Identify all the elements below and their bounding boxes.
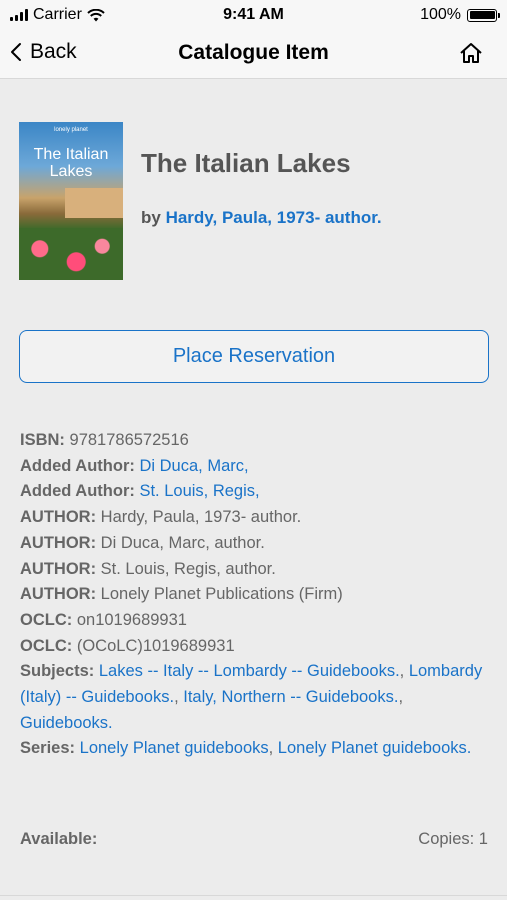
series-row: Series: Lonely Planet guidebooks, Lonely… <box>20 736 485 762</box>
added-author-label: Added Author: <box>20 456 135 475</box>
subject-separator: , <box>174 688 184 707</box>
status-bar: Carrier 9:41 AM 100% <box>0 0 507 30</box>
oclc-row: OCLC: on1019689931 <box>20 608 485 634</box>
by-prefix: by <box>141 208 161 227</box>
author-value: St. Louis, Regis, author. <box>100 559 276 578</box>
cover-building <box>65 188 123 218</box>
cover-flowers <box>19 228 123 280</box>
series-label: Series: <box>20 739 76 758</box>
place-reservation-button[interactable]: Place Reservation <box>19 330 489 383</box>
divider <box>0 895 507 896</box>
series-separator: , <box>268 739 278 758</box>
added-author-link[interactable]: St. Louis, Regis, <box>139 482 259 500</box>
page-title: Catalogue Item <box>178 41 329 64</box>
home-icon[interactable] <box>459 41 483 65</box>
battery-percent: 100% <box>420 6 461 23</box>
cover-brand: lonely planet <box>54 127 88 133</box>
byline: by Hardy, Paula, 1973- author. <box>141 208 382 228</box>
isbn-row: ISBN: 9781786572516 <box>20 428 485 454</box>
added-author-link[interactable]: Di Duca, Marc, <box>139 457 248 475</box>
nav-bar: Back Catalogue Item <box>0 30 507 79</box>
subjects-row: Subjects: Lakes -- Italy -- Lombardy -- … <box>20 659 485 736</box>
added-author-row: Added Author: St. Louis, Regis, <box>20 479 485 505</box>
isbn-label: ISBN: <box>20 431 65 449</box>
oclc-row: OCLC: (OCoLC)1019689931 <box>20 634 485 660</box>
subjects-label: Subjects: <box>20 662 95 681</box>
copies-count: Copies: 1 <box>418 830 488 848</box>
oclc-value: on1019689931 <box>76 610 187 629</box>
author-label: AUTHOR: <box>20 585 97 604</box>
subject-separator: , <box>398 688 404 707</box>
author-value: Lonely Planet Publications (Firm) <box>100 585 343 604</box>
author-row: AUTHOR: Lonely Planet Publications (Firm… <box>20 582 485 608</box>
author-row: AUTHOR: St. Louis, Regis, author. <box>20 557 485 583</box>
status-right: 100% <box>420 6 500 24</box>
subject-link[interactable]: Italy, Northern -- Guidebooks. <box>183 688 398 706</box>
subject-separator: , <box>399 662 409 681</box>
author-row: AUTHOR: Di Duca, Marc, author. <box>20 531 485 557</box>
subject-link[interactable]: Guidebooks. <box>20 714 113 732</box>
added-author-label: Added Author: <box>20 482 135 501</box>
oclc-label: OCLC: <box>20 610 73 629</box>
added-author-row: Added Author: Di Duca, Marc, <box>20 454 485 480</box>
isbn-value: 9781786572516 <box>69 431 189 449</box>
author-label: AUTHOR: <box>20 508 97 527</box>
availability-label: Available: <box>20 830 98 848</box>
series-link[interactable]: Lonely Planet guidebooks <box>80 739 269 757</box>
author-row: AUTHOR: Hardy, Paula, 1973- author. <box>20 505 485 531</box>
oclc-value: (OCoLC)1019689931 <box>76 636 235 655</box>
author-link[interactable]: Hardy, Paula, 1973- author. <box>166 208 382 227</box>
author-label: AUTHOR: <box>20 559 97 578</box>
cover-title: The Italian Lakes <box>33 146 109 180</box>
book-title: The Italian Lakes <box>141 148 351 178</box>
subject-link[interactable]: Lakes -- Italy -- Lombardy -- Guidebooks… <box>99 662 400 680</box>
item-details: ISBN: 9781786572516 Added Author: Di Duc… <box>20 428 485 762</box>
battery-icon <box>467 8 500 22</box>
author-label: AUTHOR: <box>20 533 97 552</box>
author-value: Hardy, Paula, 1973- author. <box>100 508 302 527</box>
oclc-label: OCLC: <box>20 636 73 655</box>
series-link[interactable]: Lonely Planet guidebooks. <box>278 739 472 757</box>
author-value: Di Duca, Marc, author. <box>100 533 265 552</box>
book-cover-image: lonely planet The Italian Lakes <box>19 122 123 280</box>
